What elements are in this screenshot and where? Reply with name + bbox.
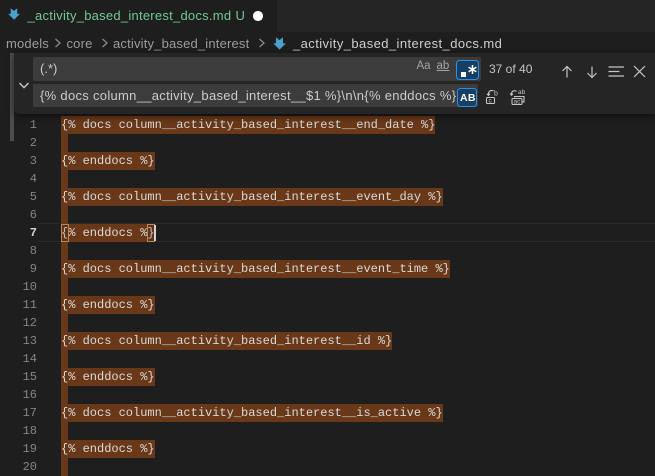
svg-text:ab: ab [518,89,526,96]
svg-text:b: b [494,91,498,98]
svg-text:ac: ac [514,99,522,106]
